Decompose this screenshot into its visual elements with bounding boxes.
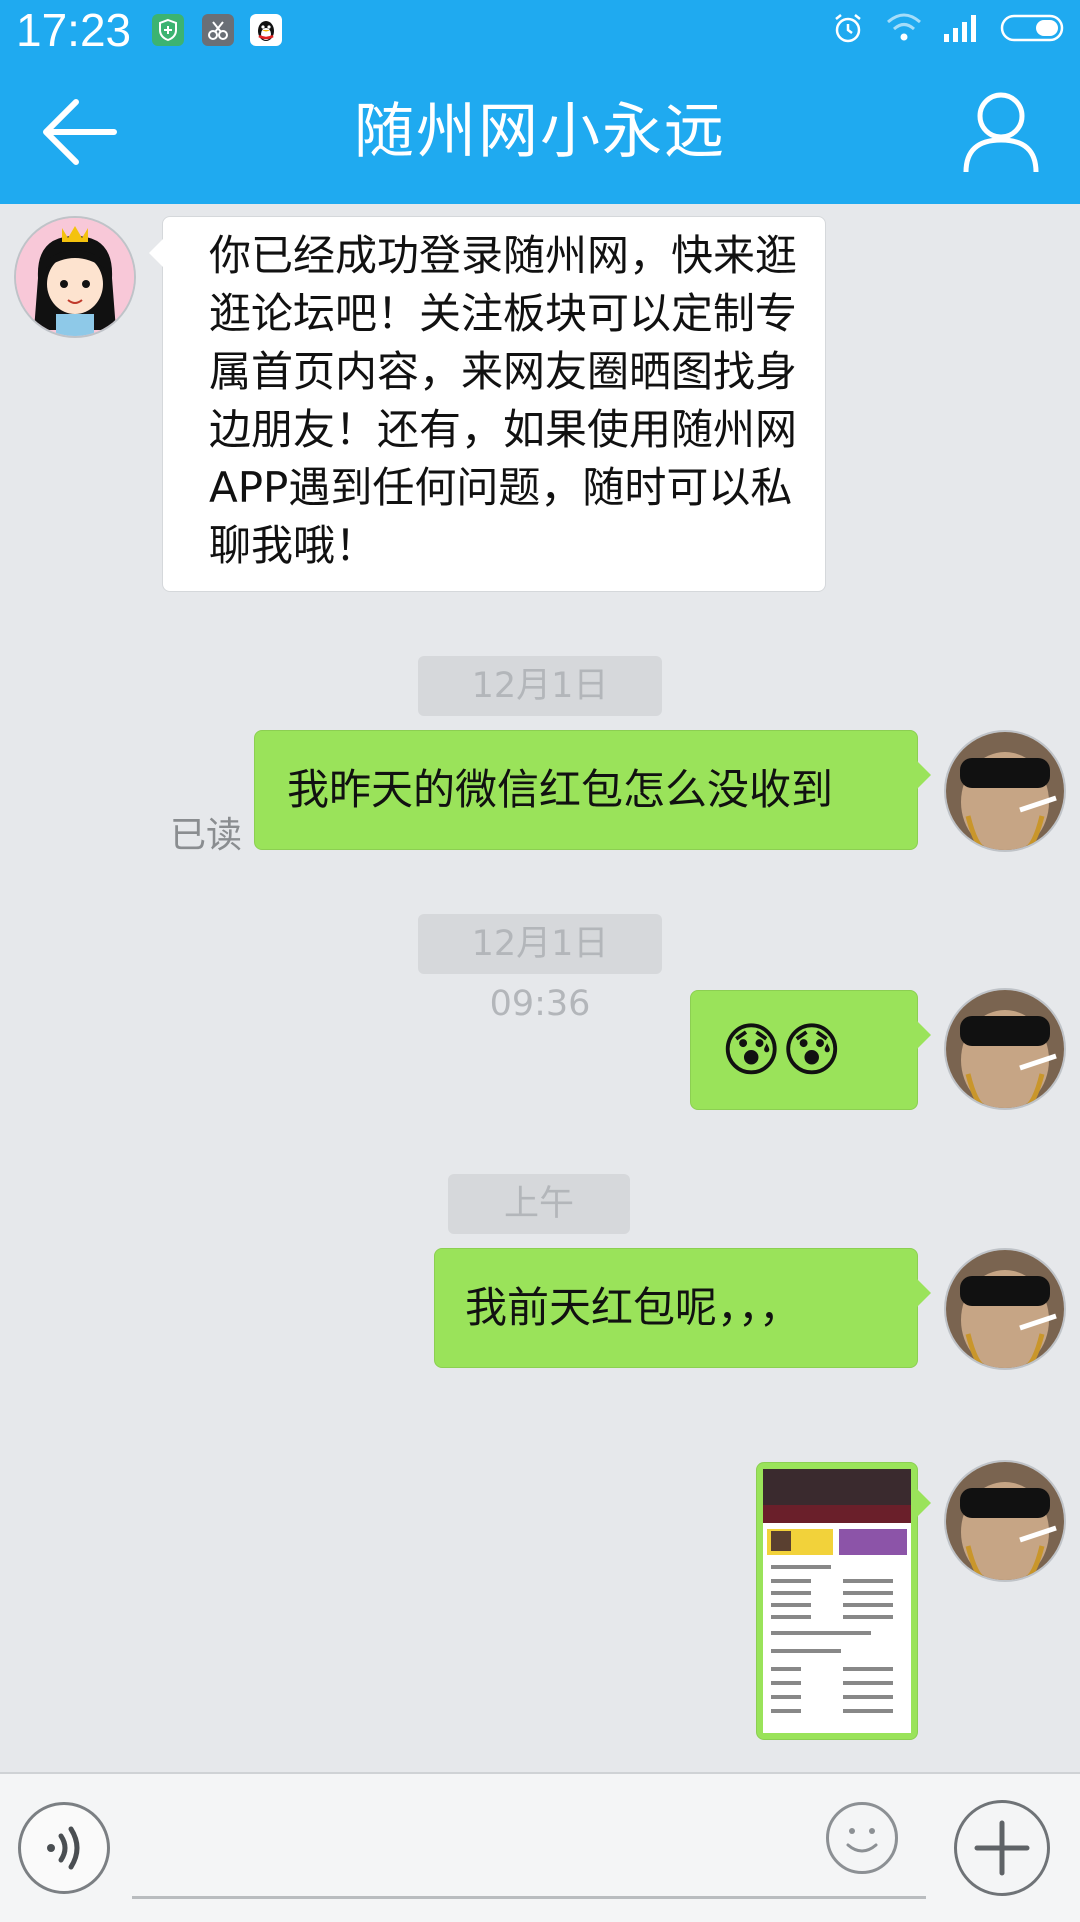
plus-icon: [974, 1820, 1030, 1876]
page-title: 随州网小永远: [354, 97, 726, 167]
voice-icon: [47, 1826, 80, 1870]
sender-avatar[interactable]: [16, 218, 134, 336]
screenshot-thumbnail: [763, 1469, 911, 1733]
emoji-button[interactable]: [826, 1802, 898, 1874]
message-emoji: 😰😰: [721, 1016, 842, 1084]
wifi-icon: [884, 10, 924, 50]
input-bar: [0, 1772, 1080, 1922]
shield-app-icon: [152, 14, 184, 46]
scissors-app-icon: [202, 14, 234, 46]
timestamp: 12月1日 08:32: [418, 656, 662, 766]
message-text: 我昨天的微信红包怎么没收到: [287, 765, 834, 814]
timestamp: 12月1日 09:36: [418, 914, 662, 1024]
smiley-icon: [846, 1828, 878, 1853]
voice-button[interactable]: [18, 1802, 110, 1894]
read-status: 已读: [170, 815, 243, 856]
timestamp: 上午 11:01: [448, 1174, 630, 1284]
message-input[interactable]: [132, 1824, 926, 1899]
outgoing-message-bubble[interactable]: 我前天红包呢，，，: [434, 1248, 931, 1368]
outgoing-image-message[interactable]: [756, 1462, 931, 1740]
signal-icon: [942, 10, 982, 50]
battery-icon: [1000, 10, 1068, 50]
outgoing-message-bubble[interactable]: 😰😰: [690, 990, 931, 1110]
incoming-message-bubble[interactable]: 你已经成功登录随州网，快来逛逛论坛吧！关注板块可以定制专属首页内容，来网友圈晒图…: [149, 216, 826, 592]
profile-button[interactable]: [962, 90, 1040, 174]
title-bar: 随州网小永远: [0, 60, 1080, 204]
alarm-icon: [830, 10, 866, 50]
plus-button[interactable]: [954, 1800, 1050, 1896]
outgoing-message-bubble[interactable]: 我昨天的微信红包怎么没收到: [254, 730, 931, 850]
status-bar: 17:23: [0, 0, 1080, 60]
my-avatar[interactable]: [946, 732, 1064, 850]
qq-penguin-icon: [250, 14, 282, 46]
my-avatar[interactable]: [946, 990, 1064, 1108]
my-avatar[interactable]: [946, 1462, 1064, 1580]
status-time: 17:23: [16, 4, 132, 56]
my-avatar[interactable]: [946, 1250, 1064, 1368]
message-text: 我前天红包呢，，，: [465, 1283, 802, 1332]
message-text: 你已经成功登录随州网，快来逛逛论坛吧！关注板块可以定制专属首页内容，来网友圈晒图…: [209, 231, 798, 570]
person-icon: [963, 92, 1039, 173]
